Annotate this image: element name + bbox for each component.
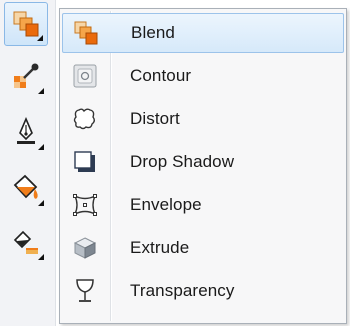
distort-icon <box>62 99 108 139</box>
menu-item-contour[interactable]: Contour <box>62 56 344 96</box>
menu-item-label: Blend <box>131 23 175 42</box>
flyout-arrow-icon <box>37 35 43 41</box>
flyout-arrow-icon <box>38 200 44 206</box>
blend-icon <box>13 11 39 37</box>
envelope-icon <box>62 185 108 225</box>
contour-icon <box>62 56 108 96</box>
effects-flyout-menu: Blend Contour Distort Drop Shadow Envelo… <box>59 8 347 324</box>
blend-tool-button[interactable] <box>4 2 48 46</box>
menu-item-label: Drop Shadow <box>130 152 235 171</box>
flyout-arrow-icon <box>38 144 44 150</box>
menu-item-extrude[interactable]: Extrude <box>62 228 344 268</box>
menu-item-transparency[interactable]: Transparency <box>62 271 344 311</box>
blend-icon <box>63 13 109 53</box>
menu-item-blend[interactable]: Blend <box>62 13 344 53</box>
menu-item-label: Envelope <box>130 195 202 214</box>
menu-item-drop-shadow[interactable]: Drop Shadow <box>62 142 344 182</box>
toolbox <box>0 0 56 326</box>
paint-bucket-icon <box>13 174 38 199</box>
interactive-fill-icon <box>13 230 38 254</box>
flyout-arrow-icon <box>38 88 44 94</box>
drop-shadow-icon <box>62 142 108 182</box>
interactive-fill-tool-button[interactable] <box>4 220 48 264</box>
menu-item-label: Transparency <box>130 281 235 300</box>
menu-item-envelope[interactable]: Envelope <box>62 185 344 225</box>
flyout-arrow-icon <box>38 254 44 260</box>
pen-nib-icon <box>17 117 35 144</box>
eyedropper-icon <box>14 63 39 88</box>
menu-item-label: Distort <box>130 109 180 128</box>
menu-item-distort[interactable]: Distort <box>62 99 344 139</box>
menu-item-label: Contour <box>130 66 192 85</box>
extrude-icon <box>62 228 108 268</box>
eyedropper-tool-button[interactable] <box>4 54 48 98</box>
pen-outline-tool-button[interactable] <box>4 110 48 154</box>
menu-item-label: Extrude <box>130 238 190 257</box>
fill-tool-button[interactable] <box>4 166 48 210</box>
transparency-icon <box>62 271 108 311</box>
